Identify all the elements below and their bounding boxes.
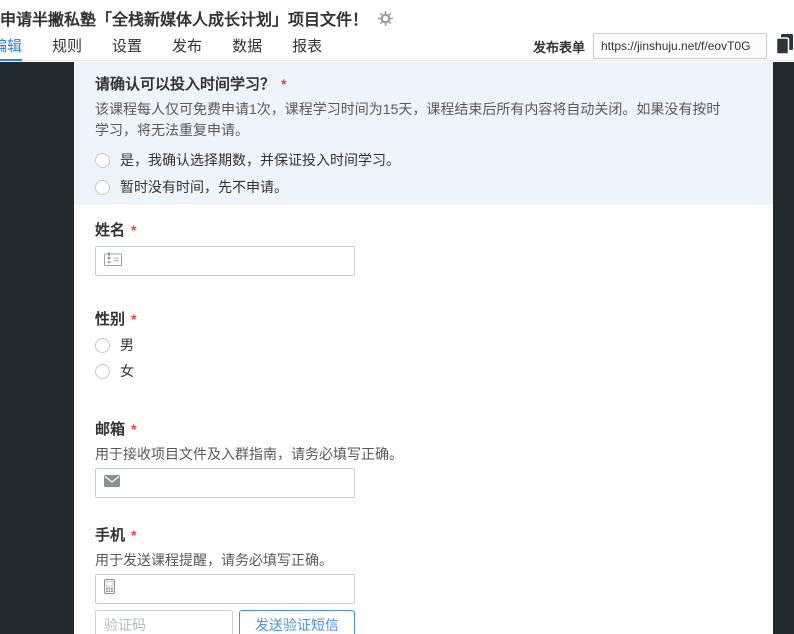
tab-rules[interactable]: 规则 [52, 31, 82, 61]
page-title: 申请半撇私塾「全栈新媒体人成长计划」项目文件！ [0, 6, 368, 30]
send-sms-button[interactable]: 发送验证短信 [239, 610, 355, 634]
radio-option-label: 暂时没有时间，先不申请。 [120, 179, 288, 195]
field-label: 性别 * [95, 310, 753, 329]
radio-option-female[interactable]: 女 [95, 363, 753, 379]
tab-bar: 编辑 规则 设置 发布 数据 报表 发布表单 https://jinshuju.… [0, 31, 794, 61]
tab-reports[interactable]: 报表 [292, 31, 322, 61]
fields-area: 姓名 * [74, 221, 773, 634]
question-title: 请确认可以投入时间学习？ * [95, 75, 753, 94]
phone-input[interactable] [95, 574, 355, 604]
required-asterisk: * [131, 421, 136, 437]
gear-icon[interactable] [378, 11, 393, 26]
field-description: 用于接收项目文件及入群指南，请务必填写正确。 [95, 444, 753, 464]
publish-form-label: 发布表单 [533, 37, 585, 56]
field-label-text: 手机 [95, 527, 125, 544]
field-label-text: 性别 [95, 311, 125, 328]
field-label-text: 姓名 [95, 222, 125, 239]
captcha-input[interactable] [95, 610, 233, 634]
tab-publish[interactable]: 发布 [172, 31, 202, 61]
mobile-phone-icon [104, 579, 115, 599]
required-asterisk: * [131, 222, 136, 238]
radio-option-label: 女 [120, 363, 134, 379]
field-label: 姓名 * [95, 221, 753, 240]
publish-area: 发布表单 https://jinshuju.net/f/eovT0G [533, 31, 794, 61]
field-label: 手机 * [95, 526, 753, 545]
field-gender[interactable]: 性别 * 男 女 [95, 310, 753, 379]
tab-edit[interactable]: 编辑 [0, 31, 22, 61]
field-phone[interactable]: 手机 * 用于发送课程提醒，请务必填写正确。 [95, 526, 753, 634]
question-description: 该课程每人仅可免费申请1次，课程学习时间为15天，课程结束后所有内容将自动关闭。… [95, 99, 725, 141]
tab-data[interactable]: 数据 [232, 31, 262, 61]
radio-option-confirm-no[interactable]: 暂时没有时间，先不申请。 [95, 179, 753, 195]
field-label: 邮箱 * [95, 420, 753, 439]
tab-settings[interactable]: 设置 [112, 31, 142, 61]
topbar: 申请半撇私塾「全栈新媒体人成长计划」项目文件！ [0, 0, 794, 61]
publish-url-input[interactable]: https://jinshuju.net/f/eovT0G [593, 33, 767, 59]
required-asterisk: * [131, 527, 136, 543]
form-editor-screen: 申请半撇私塾「全栈新媒体人成长计划」项目文件！ [0, 0, 794, 634]
radio-option-label: 是，我确认选择期数，并保证投入时间学习。 [120, 152, 400, 168]
question-title-text: 请确认可以投入时间学习？ [95, 76, 275, 93]
radio-icon [95, 364, 110, 379]
field-email[interactable]: 邮箱 * 用于接收项目文件及入群指南，请务必填写正确。 [95, 420, 753, 498]
sms-verify-row: 发送验证短信 [95, 610, 753, 634]
title-row: 申请半撇私塾「全栈新媒体人成长计划」项目文件！ [0, 0, 794, 31]
email-input[interactable] [95, 468, 355, 498]
editor-canvas: 请确认可以投入时间学习？ * 该课程每人仅可免费申请1次，课程学习时间为15天，课… [0, 62, 794, 634]
field-label-text: 邮箱 [95, 421, 125, 438]
radio-icon [95, 338, 110, 353]
radio-icon [95, 153, 110, 168]
required-asterisk: * [131, 311, 136, 327]
field-name[interactable]: 姓名 * [95, 221, 753, 276]
radio-option-confirm-yes[interactable]: 是，我确认选择期数，并保证投入时间学习。 [95, 152, 753, 168]
radio-option-male[interactable]: 男 [95, 337, 753, 353]
tabs: 编辑 规则 设置 发布 数据 报表 [0, 31, 352, 61]
question-block-confirm-time[interactable]: 请确认可以投入时间学习？ * 该课程每人仅可免费申请1次，课程学习时间为15天，课… [74, 62, 773, 205]
radio-icon [95, 180, 110, 195]
radio-option-label: 男 [120, 337, 134, 353]
required-asterisk: * [281, 76, 286, 92]
name-input[interactable] [95, 246, 355, 276]
envelope-icon [104, 474, 120, 492]
form-sheet: 请确认可以投入时间学习？ * 该课程每人仅可免费申请1次，课程学习时间为15天，课… [74, 62, 773, 634]
copy-icon[interactable] [775, 33, 794, 60]
field-description: 用于发送课程提醒，请务必填写正确。 [95, 550, 753, 570]
id-card-icon [104, 252, 122, 271]
